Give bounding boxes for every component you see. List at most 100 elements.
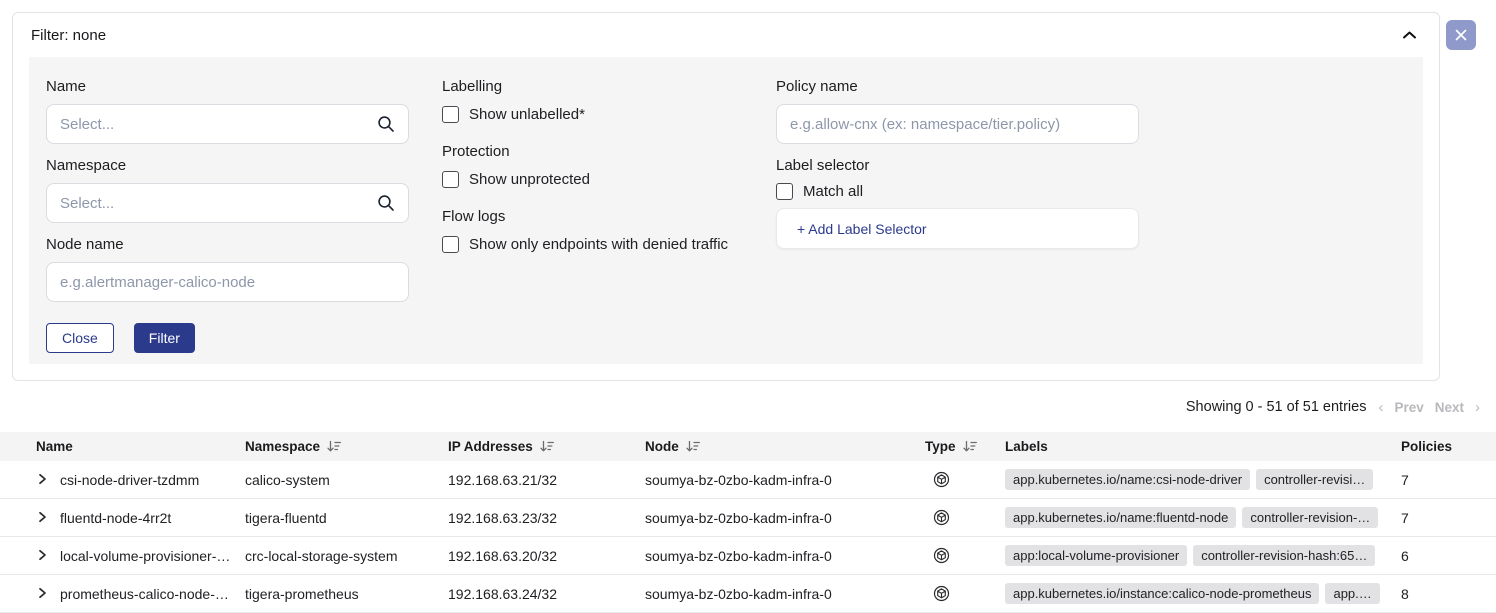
endpoint-policies-count: 8 xyxy=(1390,586,1496,602)
name-select-input[interactable] xyxy=(60,116,377,133)
prev-page-chevron-icon[interactable]: ‹ xyxy=(1378,400,1383,415)
policy-name-input[interactable] xyxy=(790,116,1125,133)
sort-icon[interactable] xyxy=(540,440,554,453)
column-header-type[interactable]: Type xyxy=(925,439,1005,454)
chevron-right-icon xyxy=(36,510,48,526)
table-row: prometheus-calico-node-… tigera-promethe… xyxy=(0,575,1496,613)
endpoints-table: Name Namespace IP Addresses Node Type xyxy=(0,432,1496,613)
endpoint-namespace: crc-local-storage-system xyxy=(245,548,448,564)
next-page-link[interactable]: Next xyxy=(1435,400,1464,415)
column-header-labels: Labels xyxy=(1005,439,1390,454)
endpoint-labels: app:local-volume-provisioner controller-… xyxy=(1005,545,1390,566)
node-name-input[interactable] xyxy=(60,274,395,291)
expand-row-button[interactable] xyxy=(36,586,60,602)
endpoint-namespace: calico-system xyxy=(245,472,448,488)
name-select-field[interactable] xyxy=(46,104,409,144)
label-chip[interactable]: app.… xyxy=(1325,583,1379,604)
policy-name-field[interactable] xyxy=(776,104,1139,144)
endpoint-node: soumya-bz-0zbo-kadm-infra-0 xyxy=(645,548,925,564)
add-label-selector-button[interactable]: + Add Label Selector xyxy=(776,208,1139,249)
denied-traffic-label[interactable]: Show only endpoints with denied traffic xyxy=(469,236,728,253)
entries-summary: Showing 0 - 51 of 51 entries xyxy=(1186,399,1367,415)
show-unlabelled-label[interactable]: Show unlabelled* xyxy=(469,106,585,123)
show-unprotected-checkbox[interactable] xyxy=(442,171,459,188)
filter-card-header: Filter: none xyxy=(13,13,1439,57)
close-button[interactable]: Close xyxy=(46,323,114,353)
policy-name-field-label: Policy name xyxy=(776,78,1139,95)
collapse-filter-button[interactable] xyxy=(1398,26,1421,44)
sort-icon[interactable] xyxy=(686,440,700,453)
filter-form-panel: Name Namespace Node name Close Filt xyxy=(29,57,1423,364)
endpoint-node: soumya-bz-0zbo-kadm-infra-0 xyxy=(645,586,925,602)
label-chip[interactable]: controller-revision-… xyxy=(1242,507,1378,528)
pod-type-icon xyxy=(925,509,1005,526)
search-icon xyxy=(377,194,395,212)
column-header-policies: Policies xyxy=(1390,439,1496,454)
expand-row-button[interactable] xyxy=(36,510,60,526)
close-icon xyxy=(1455,29,1467,41)
column-header-ip-addresses[interactable]: IP Addresses xyxy=(448,439,645,454)
table-row: local-volume-provisioner-… crc-local-sto… xyxy=(0,537,1496,575)
label-chip[interactable]: app.kubernetes.io/name:csi-node-driver xyxy=(1005,469,1250,490)
endpoint-namespace: tigera-fluentd xyxy=(245,510,448,526)
labelling-heading: Labelling xyxy=(442,78,772,95)
show-unprotected-label[interactable]: Show unprotected xyxy=(469,171,590,188)
table-header-row: Name Namespace IP Addresses Node Type xyxy=(0,432,1496,461)
endpoint-name[interactable]: fluentd-node-4rr2t xyxy=(60,510,245,526)
filter-button[interactable]: Filter xyxy=(134,323,195,353)
endpoint-labels: app.kubernetes.io/instance:calico-node-p… xyxy=(1005,583,1390,604)
filter-title: Filter: none xyxy=(31,27,106,44)
endpoint-name[interactable]: local-volume-provisioner-… xyxy=(60,548,245,564)
label-chip[interactable]: app.kubernetes.io/name:fluentd-node xyxy=(1005,507,1236,528)
denied-traffic-checkbox[interactable] xyxy=(442,236,459,253)
node-name-field[interactable] xyxy=(46,262,409,302)
node-name-field-label: Node name xyxy=(46,236,409,253)
filter-card: Filter: none Name Namespace xyxy=(12,12,1440,381)
endpoint-labels: app.kubernetes.io/name:fluentd-node cont… xyxy=(1005,507,1390,528)
endpoint-ip: 192.168.63.20/32 xyxy=(448,548,645,564)
expand-row-button[interactable] xyxy=(36,548,60,564)
expand-row-button[interactable] xyxy=(36,472,60,488)
sort-icon[interactable] xyxy=(963,440,977,453)
pod-type-icon xyxy=(925,547,1005,564)
prev-page-link[interactable]: Prev xyxy=(1394,400,1423,415)
endpoint-ip: 192.168.63.23/32 xyxy=(448,510,645,526)
column-header-name[interactable]: Name xyxy=(36,439,245,454)
endpoint-node: soumya-bz-0zbo-kadm-infra-0 xyxy=(645,510,925,526)
flow-logs-heading: Flow logs xyxy=(442,208,772,225)
namespace-field-label: Namespace xyxy=(46,157,409,174)
pagination: Showing 0 - 51 of 51 entries ‹ Prev Next… xyxy=(1186,396,1480,418)
table-row: fluentd-node-4rr2t tigera-fluentd 192.16… xyxy=(0,499,1496,537)
match-all-label[interactable]: Match all xyxy=(803,183,863,200)
endpoint-name[interactable]: prometheus-calico-node-… xyxy=(60,586,245,602)
chevron-right-icon xyxy=(36,472,48,488)
search-icon xyxy=(377,115,395,133)
dismiss-panel-button[interactable] xyxy=(1446,20,1476,50)
label-chip[interactable]: controller-revisi… xyxy=(1256,469,1373,490)
pod-type-icon xyxy=(925,471,1005,488)
chevron-right-icon xyxy=(36,548,48,564)
next-page-chevron-icon[interactable]: › xyxy=(1475,400,1480,415)
endpoint-labels: app.kubernetes.io/name:csi-node-driver c… xyxy=(1005,469,1390,490)
endpoint-name[interactable]: csi-node-driver-tzdmm xyxy=(60,472,245,488)
label-chip[interactable]: app.kubernetes.io/instance:calico-node-p… xyxy=(1005,583,1319,604)
match-all-checkbox[interactable] xyxy=(776,183,793,200)
namespace-select-field[interactable] xyxy=(46,183,409,223)
endpoint-namespace: tigera-prometheus xyxy=(245,586,448,602)
label-chip[interactable]: controller-revision-hash:65… xyxy=(1193,545,1375,566)
endpoint-ip: 192.168.63.21/32 xyxy=(448,472,645,488)
column-header-namespace[interactable]: Namespace xyxy=(245,439,448,454)
endpoint-ip: 192.168.63.24/32 xyxy=(448,586,645,602)
endpoint-node: soumya-bz-0zbo-kadm-infra-0 xyxy=(645,472,925,488)
pod-type-icon xyxy=(925,585,1005,602)
column-header-node[interactable]: Node xyxy=(645,439,925,454)
show-unlabelled-checkbox[interactable] xyxy=(442,106,459,123)
namespace-select-input[interactable] xyxy=(60,195,377,212)
endpoint-policies-count: 6 xyxy=(1390,548,1496,564)
name-field-label: Name xyxy=(46,78,409,95)
protection-heading: Protection xyxy=(442,143,772,160)
label-chip[interactable]: app:local-volume-provisioner xyxy=(1005,545,1187,566)
table-row: csi-node-driver-tzdmm calico-system 192.… xyxy=(0,461,1496,499)
sort-icon[interactable] xyxy=(327,440,341,453)
endpoint-policies-count: 7 xyxy=(1390,472,1496,488)
